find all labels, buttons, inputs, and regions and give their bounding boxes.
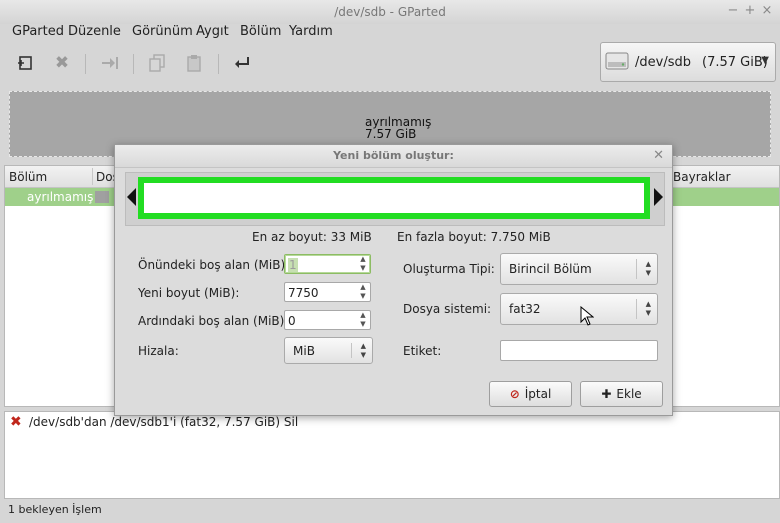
- delete-op-icon: ✖: [10, 414, 22, 430]
- toolbar-separator: [218, 54, 219, 74]
- paste-icon[interactable]: [183, 52, 205, 74]
- minimize-button[interactable]: −: [726, 4, 740, 18]
- cancel-label: İptal: [524, 387, 552, 401]
- create-as-value: Birincil Bölüm: [509, 262, 592, 276]
- new-size-value: 7750: [288, 286, 319, 300]
- add-button[interactable]: ✚ Ekle: [580, 381, 663, 407]
- delete-icon[interactable]: ✖: [51, 52, 73, 74]
- spin-arrows-icon[interactable]: ▲ ▼: [358, 255, 368, 273]
- label-input[interactable]: [500, 340, 658, 361]
- free-after-spinner[interactable]: 0 ▲ ▼: [284, 310, 371, 330]
- column-divider: [92, 168, 93, 185]
- partition-bar[interactable]: [138, 177, 650, 219]
- menu-device[interactable]: Aygıt: [196, 24, 229, 39]
- free-before-spinner[interactable]: 1 ▲ ▼: [284, 254, 371, 274]
- filesystem-combo[interactable]: fat32 ▲ ▼: [500, 293, 658, 325]
- column-partition[interactable]: Bölüm: [9, 170, 47, 184]
- dialog-title: Yeni bölüm oluştur:: [333, 149, 454, 162]
- combo-arrows-icon: ▲ ▼: [360, 342, 366, 359]
- close-icon[interactable]: ✕: [653, 148, 664, 163]
- align-combo[interactable]: MiB ▲ ▼: [284, 337, 373, 364]
- operation-item[interactable]: /dev/sdb'dan /dev/sdb1'i (fat32, 7.57 Gi…: [29, 415, 298, 429]
- cancel-button[interactable]: ⊘ İptal: [489, 381, 572, 407]
- combo-arrows-icon: ▲ ▼: [645, 300, 651, 317]
- combo-divider: [636, 299, 637, 319]
- create-partition-dialog: Yeni bölüm oluştur: ✕ En az boyut: 33 Mi…: [114, 144, 673, 416]
- menu-partition[interactable]: Bölüm: [240, 24, 281, 39]
- window-title: /dev/sdb - GParted: [334, 5, 446, 19]
- partition-resizer[interactable]: [125, 172, 665, 226]
- align-value: MiB: [293, 344, 315, 358]
- create-as-combo[interactable]: Birincil Bölüm ▲ ▼: [500, 253, 658, 285]
- partition-name: ayrılmamış: [27, 190, 94, 204]
- column-flags[interactable]: Bayraklar: [673, 170, 731, 184]
- map-size: 7.57 GiB: [365, 127, 417, 141]
- free-before-label: Önündeki boş alan (MiB):: [138, 258, 290, 272]
- min-size-label: En az boyut: 33 MiB: [252, 230, 372, 244]
- device-size: (7.57 GiB): [702, 55, 768, 70]
- label-field-label: Etiket:: [403, 344, 442, 358]
- max-size-label: En fazla boyut: 7.750 MiB: [397, 230, 551, 244]
- align-label: Hizala:: [138, 344, 179, 358]
- right-handle-icon[interactable]: [654, 188, 663, 206]
- menu-bar: GParted Düzenle Görünüm Aygıt Bölüm Yard…: [0, 24, 780, 44]
- menu-view[interactable]: Görünüm: [132, 24, 193, 39]
- resize-move-icon[interactable]: [99, 52, 121, 74]
- undo-icon[interactable]: [231, 52, 253, 74]
- create-as-label: Oluşturma Tipi:: [403, 262, 495, 276]
- new-size-spinner[interactable]: 7750 ▲ ▼: [284, 282, 371, 302]
- free-before-value: 1: [288, 258, 298, 272]
- title-bar: /dev/sdb - GParted − + ×: [0, 0, 780, 25]
- new-partition-icon[interactable]: [14, 52, 36, 74]
- status-bar: 1 bekleyen İşlem: [8, 503, 102, 516]
- cancel-icon: ⊘: [509, 387, 520, 401]
- filesystem-label: Dosya sistemi:: [403, 302, 492, 316]
- menu-gparted[interactable]: GParted: [12, 24, 64, 39]
- filesystem-swatch: [95, 191, 109, 203]
- menu-edit[interactable]: Düzenle: [68, 24, 121, 39]
- left-handle-icon[interactable]: [127, 188, 136, 206]
- spin-arrows-icon[interactable]: ▲ ▼: [358, 311, 368, 329]
- close-button[interactable]: ×: [760, 4, 774, 18]
- toolbar-separator: [133, 54, 134, 74]
- mouse-cursor-icon: [580, 305, 595, 329]
- combo-arrows-icon: ▲ ▼: [645, 260, 651, 277]
- device-selector[interactable]: /dev/sdb (7.57 GiB) ▼: [600, 42, 776, 82]
- menu-help[interactable]: Yardım: [289, 24, 333, 39]
- new-size-label: Yeni boyut (MiB):: [138, 286, 240, 300]
- add-label: Ekle: [616, 387, 642, 401]
- filesystem-value: fat32: [509, 302, 541, 316]
- combo-divider: [636, 259, 637, 279]
- free-after-label: Ardındaki boş alan (MiB):: [138, 314, 289, 328]
- dialog-title-bar: Yeni bölüm oluştur:: [115, 145, 672, 168]
- plus-icon: ✚: [601, 387, 612, 401]
- free-after-value: 0: [288, 314, 296, 328]
- disk-icon: [605, 50, 629, 72]
- copy-icon[interactable]: [146, 52, 168, 74]
- chevron-down-icon: ▼: [761, 55, 769, 66]
- maximize-button[interactable]: +: [743, 4, 757, 18]
- toolbar-separator: [85, 54, 86, 74]
- combo-divider: [351, 343, 352, 358]
- pending-operations: ✖ /dev/sdb'dan /dev/sdb1'i (fat32, 7.57 …: [4, 411, 780, 499]
- device-name: /dev/sdb: [635, 55, 691, 70]
- spin-arrows-icon[interactable]: ▲ ▼: [358, 283, 368, 301]
